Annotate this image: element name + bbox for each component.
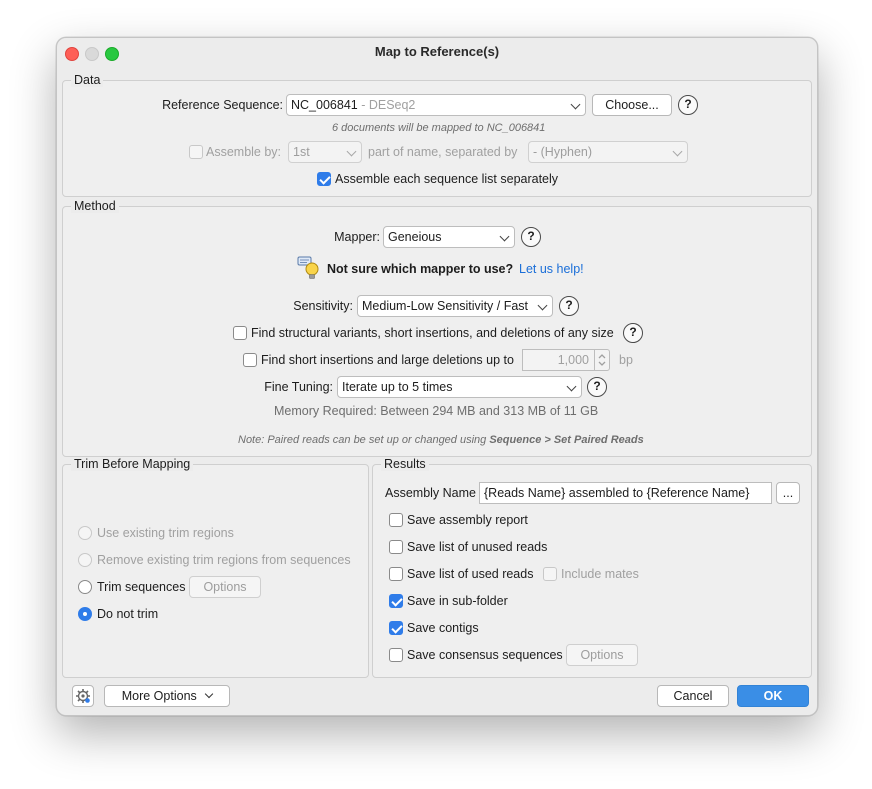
- use-existing-radio[interactable]: [78, 526, 92, 540]
- more-options-button[interactable]: More Options: [104, 685, 230, 707]
- assemble-each-checkbox[interactable]: [317, 172, 331, 186]
- reference-sequence-label: Reference Sequence:: [162, 98, 283, 112]
- more-options-label: More Options: [121, 689, 197, 703]
- trim-sequences-radio[interactable]: [78, 580, 92, 594]
- trim-options-button[interactable]: Options: [189, 576, 261, 598]
- help-link[interactable]: Let us help!: [519, 262, 584, 276]
- assemble-by-select[interactable]: 1st: [288, 141, 362, 163]
- chevron-down-icon: [672, 146, 683, 157]
- assemble-by-checkbox[interactable]: [189, 145, 203, 159]
- chevron-down-icon: [537, 300, 548, 311]
- results-legend: Results: [381, 457, 429, 471]
- save-subfolder-label: Save in sub-folder: [407, 594, 508, 608]
- note-prefix: Note: Paired reads can be set up or chan…: [238, 434, 490, 446]
- note-bold: Sequence > Set Paired Reads: [489, 434, 644, 446]
- zoom-window-button[interactable]: [105, 47, 119, 61]
- trim-legend: Trim Before Mapping: [71, 457, 194, 471]
- fine-tuning-value: Iterate up to 5 times: [342, 380, 453, 394]
- help-icon[interactable]: ?: [678, 95, 698, 115]
- save-report-checkbox[interactable]: [389, 513, 403, 527]
- use-existing-label: Use existing trim regions: [97, 526, 234, 540]
- structural-variants-checkbox[interactable]: [233, 326, 247, 340]
- help-icon[interactable]: ?: [623, 323, 643, 343]
- memory-required: Memory Required: Between 294 MB and 313 …: [274, 404, 599, 418]
- chevron-down-icon: [566, 381, 577, 392]
- minimize-window-button[interactable]: [85, 47, 99, 61]
- separator-value: - (Hyphen): [533, 145, 593, 159]
- paired-reads-note: Note: Paired reads can be set up or chan…: [238, 434, 644, 446]
- not-sure-text: Not sure which mapper to use?: [327, 262, 514, 276]
- cancel-button[interactable]: Cancel: [657, 685, 729, 707]
- save-unused-label: Save list of unused reads: [407, 540, 548, 554]
- sensitivity-select[interactable]: Medium-Low Sensitivity / Fast: [357, 295, 553, 317]
- reference-sequence-suffix: - DESeq2: [357, 98, 416, 112]
- close-window-button[interactable]: [65, 47, 79, 61]
- bp-unit: bp: [619, 353, 633, 367]
- short-insertions-checkbox[interactable]: [243, 353, 257, 367]
- assembly-name-input[interactable]: {Reads Name} assembled to {Reference Nam…: [479, 482, 772, 504]
- structural-variants-label: Find structural variants, short insertio…: [251, 326, 614, 340]
- include-mates-label: Include mates: [561, 567, 639, 581]
- mapper-label: Mapper:: [334, 230, 380, 244]
- save-contigs-checkbox[interactable]: [389, 621, 403, 635]
- trim-panel: [62, 464, 369, 678]
- remove-existing-label: Remove existing trim regions from sequen…: [97, 553, 351, 567]
- fine-tuning-select[interactable]: Iterate up to 5 times: [337, 376, 582, 398]
- separator-select[interactable]: - (Hyphen): [528, 141, 688, 163]
- do-not-trim-radio[interactable]: [78, 607, 92, 621]
- help-icon[interactable]: ?: [587, 377, 607, 397]
- save-unused-checkbox[interactable]: [389, 540, 403, 554]
- chevron-down-icon: [346, 146, 357, 157]
- help-icon[interactable]: ?: [521, 227, 541, 247]
- method-legend: Method: [71, 199, 119, 213]
- assemble-each-label: Assemble each sequence list separately: [335, 172, 559, 186]
- assembly-name-options-button[interactable]: ...: [776, 482, 800, 504]
- reference-sequence-value: NC_006841: [291, 98, 358, 112]
- consensus-options-button[interactable]: Options: [566, 644, 638, 666]
- sensitivity-value: Medium-Low Sensitivity / Fast: [362, 299, 529, 313]
- include-mates-checkbox[interactable]: [543, 567, 557, 581]
- lightbulb-icon: [297, 256, 321, 280]
- assemble-by-label: Assemble by:: [206, 145, 282, 159]
- short-insertions-input[interactable]: 1,000: [522, 349, 596, 371]
- save-consensus-label: Save consensus sequences: [407, 648, 563, 662]
- chevron-down-icon: [499, 231, 510, 242]
- save-report-label: Save assembly report: [407, 513, 528, 527]
- mapper-value: Geneious: [388, 230, 442, 244]
- help-icon[interactable]: ?: [559, 296, 579, 316]
- preferences-gear-button[interactable]: [72, 685, 94, 707]
- remove-existing-radio[interactable]: [78, 553, 92, 567]
- window-title: Map to Reference(s): [374, 44, 500, 59]
- mapper-select[interactable]: Geneious: [383, 226, 515, 248]
- assembly-name-label: Assembly Name: [385, 486, 476, 500]
- save-used-label: Save list of used reads: [407, 567, 534, 581]
- chevron-down-icon: [205, 689, 214, 699]
- data-legend: Data: [71, 73, 104, 87]
- choose-button[interactable]: Choose...: [592, 94, 672, 116]
- mapping-note: 6 documents will be mapped to NC_006841: [332, 122, 546, 134]
- reference-sequence-select[interactable]: NC_006841 - DESeq2: [286, 94, 586, 116]
- stepper-icon[interactable]: [594, 349, 610, 371]
- short-insertions-label: Find short insertions and large deletion…: [261, 353, 514, 367]
- chevron-down-icon: [570, 99, 581, 110]
- dialog-window: Map to Reference(s) Data Reference Seque…: [56, 37, 818, 716]
- save-consensus-checkbox[interactable]: [389, 648, 403, 662]
- fine-tuning-label: Fine Tuning:: [264, 380, 333, 394]
- assemble-by-value: 1st: [293, 145, 310, 159]
- save-contigs-label: Save contigs: [407, 621, 479, 635]
- gear-icon: [76, 689, 90, 703]
- ok-button[interactable]: OK: [737, 685, 809, 707]
- save-used-checkbox[interactable]: [389, 567, 403, 581]
- part-of-name-label: part of name, separated by: [368, 145, 518, 159]
- do-not-trim-label: Do not trim: [97, 607, 159, 621]
- sensitivity-label: Sensitivity:: [293, 299, 353, 313]
- save-subfolder-checkbox[interactable]: [389, 594, 403, 608]
- trim-sequences-label: Trim sequences: [97, 580, 186, 594]
